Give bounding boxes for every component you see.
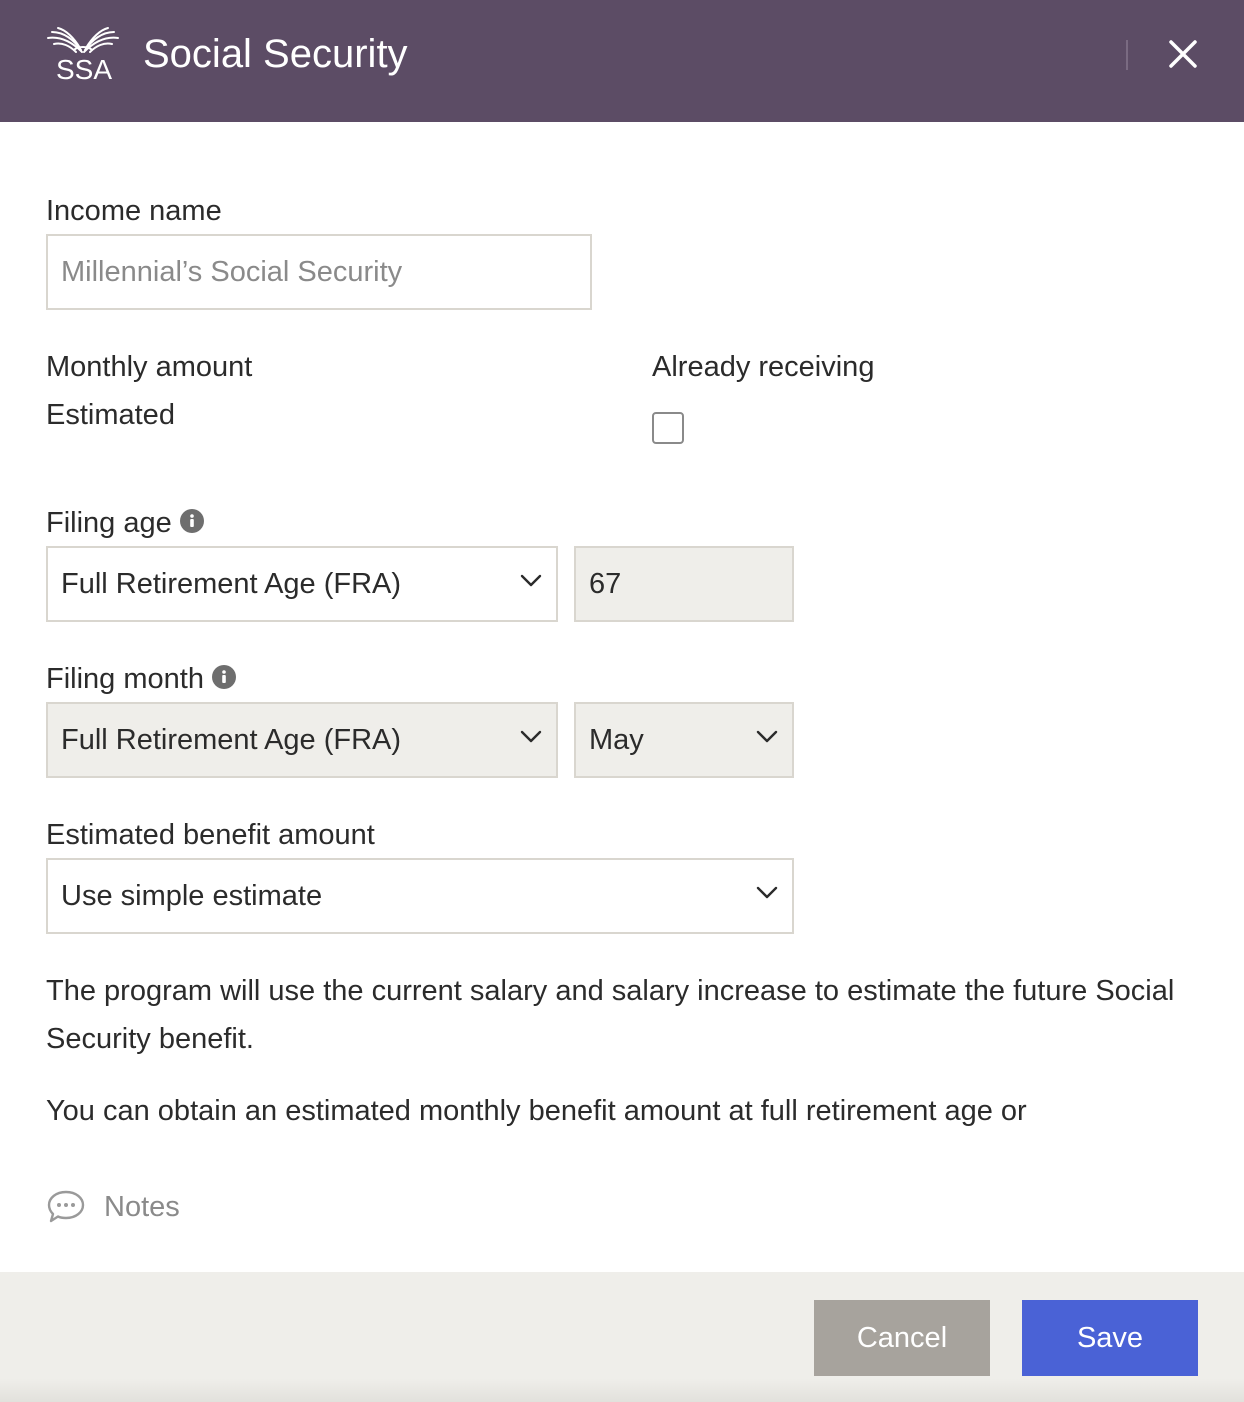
info-icon[interactable] [211,665,236,690]
chevron-down-icon [520,574,542,587]
already-receiving-label: Already receiving [652,351,875,383]
estimated-benefit-select[interactable]: Use simple estimate [46,858,794,934]
filing-month-selected: Full Retirement Age (FRA) [61,723,402,756]
close-icon [1169,40,1197,68]
description-text-2: You can obtain an estimated monthly bene… [46,1095,1027,1127]
income-name-label: Income name [46,195,222,227]
filing-age-selected: Full Retirement Age (FRA) [61,567,402,600]
notes-label: Notes [104,1190,180,1223]
income-name-input[interactable]: Millennial’s Social Security [46,234,592,310]
ssa-logo: SSA [44,26,122,86]
cancel-button[interactable]: Cancel [814,1300,990,1376]
income-name-placeholder: Millennial’s Social Security [61,255,403,288]
chat-bubble-icon [47,1190,85,1223]
chevron-down-icon [756,730,778,743]
notes-toggle[interactable]: Notes [46,1185,180,1229]
logo-text: SSA [56,54,113,85]
header-divider [1126,40,1128,70]
estimated-benefit-label: Estimated benefit amount [46,819,375,851]
filing-month-value-select[interactable]: May [574,702,794,778]
filing-month-select[interactable]: Full Retirement Age (FRA) [46,702,558,778]
filing-age-value: 67 [574,546,794,622]
close-button[interactable] [1162,33,1204,75]
chevron-down-icon [520,730,542,743]
filing-age-label: Filing age [46,507,204,540]
dialog-title: Social Security [143,32,408,76]
filing-age-label-text: Filing age [46,507,172,539]
description-text: The program will use the current salary … [46,975,1175,1055]
filing-age-number: 67 [589,567,622,600]
dialog-header: SSA Social Security [0,0,1244,122]
filing-month-label-text: Filing month [46,663,204,695]
already-receiving-checkbox[interactable] [652,412,684,444]
monthly-amount-label: Monthly amount [46,351,253,383]
estimated-benefit-selected: Use simple estimate [61,879,323,912]
chevron-down-icon [756,886,778,899]
filing-month-label: Filing month [46,663,236,696]
filing-month-value: May [589,723,644,756]
save-button[interactable]: Save [1022,1300,1198,1376]
info-icon[interactable] [179,509,204,534]
filing-age-select[interactable]: Full Retirement Age (FRA) [46,546,558,622]
monthly-amount-value: Estimated [46,399,175,431]
